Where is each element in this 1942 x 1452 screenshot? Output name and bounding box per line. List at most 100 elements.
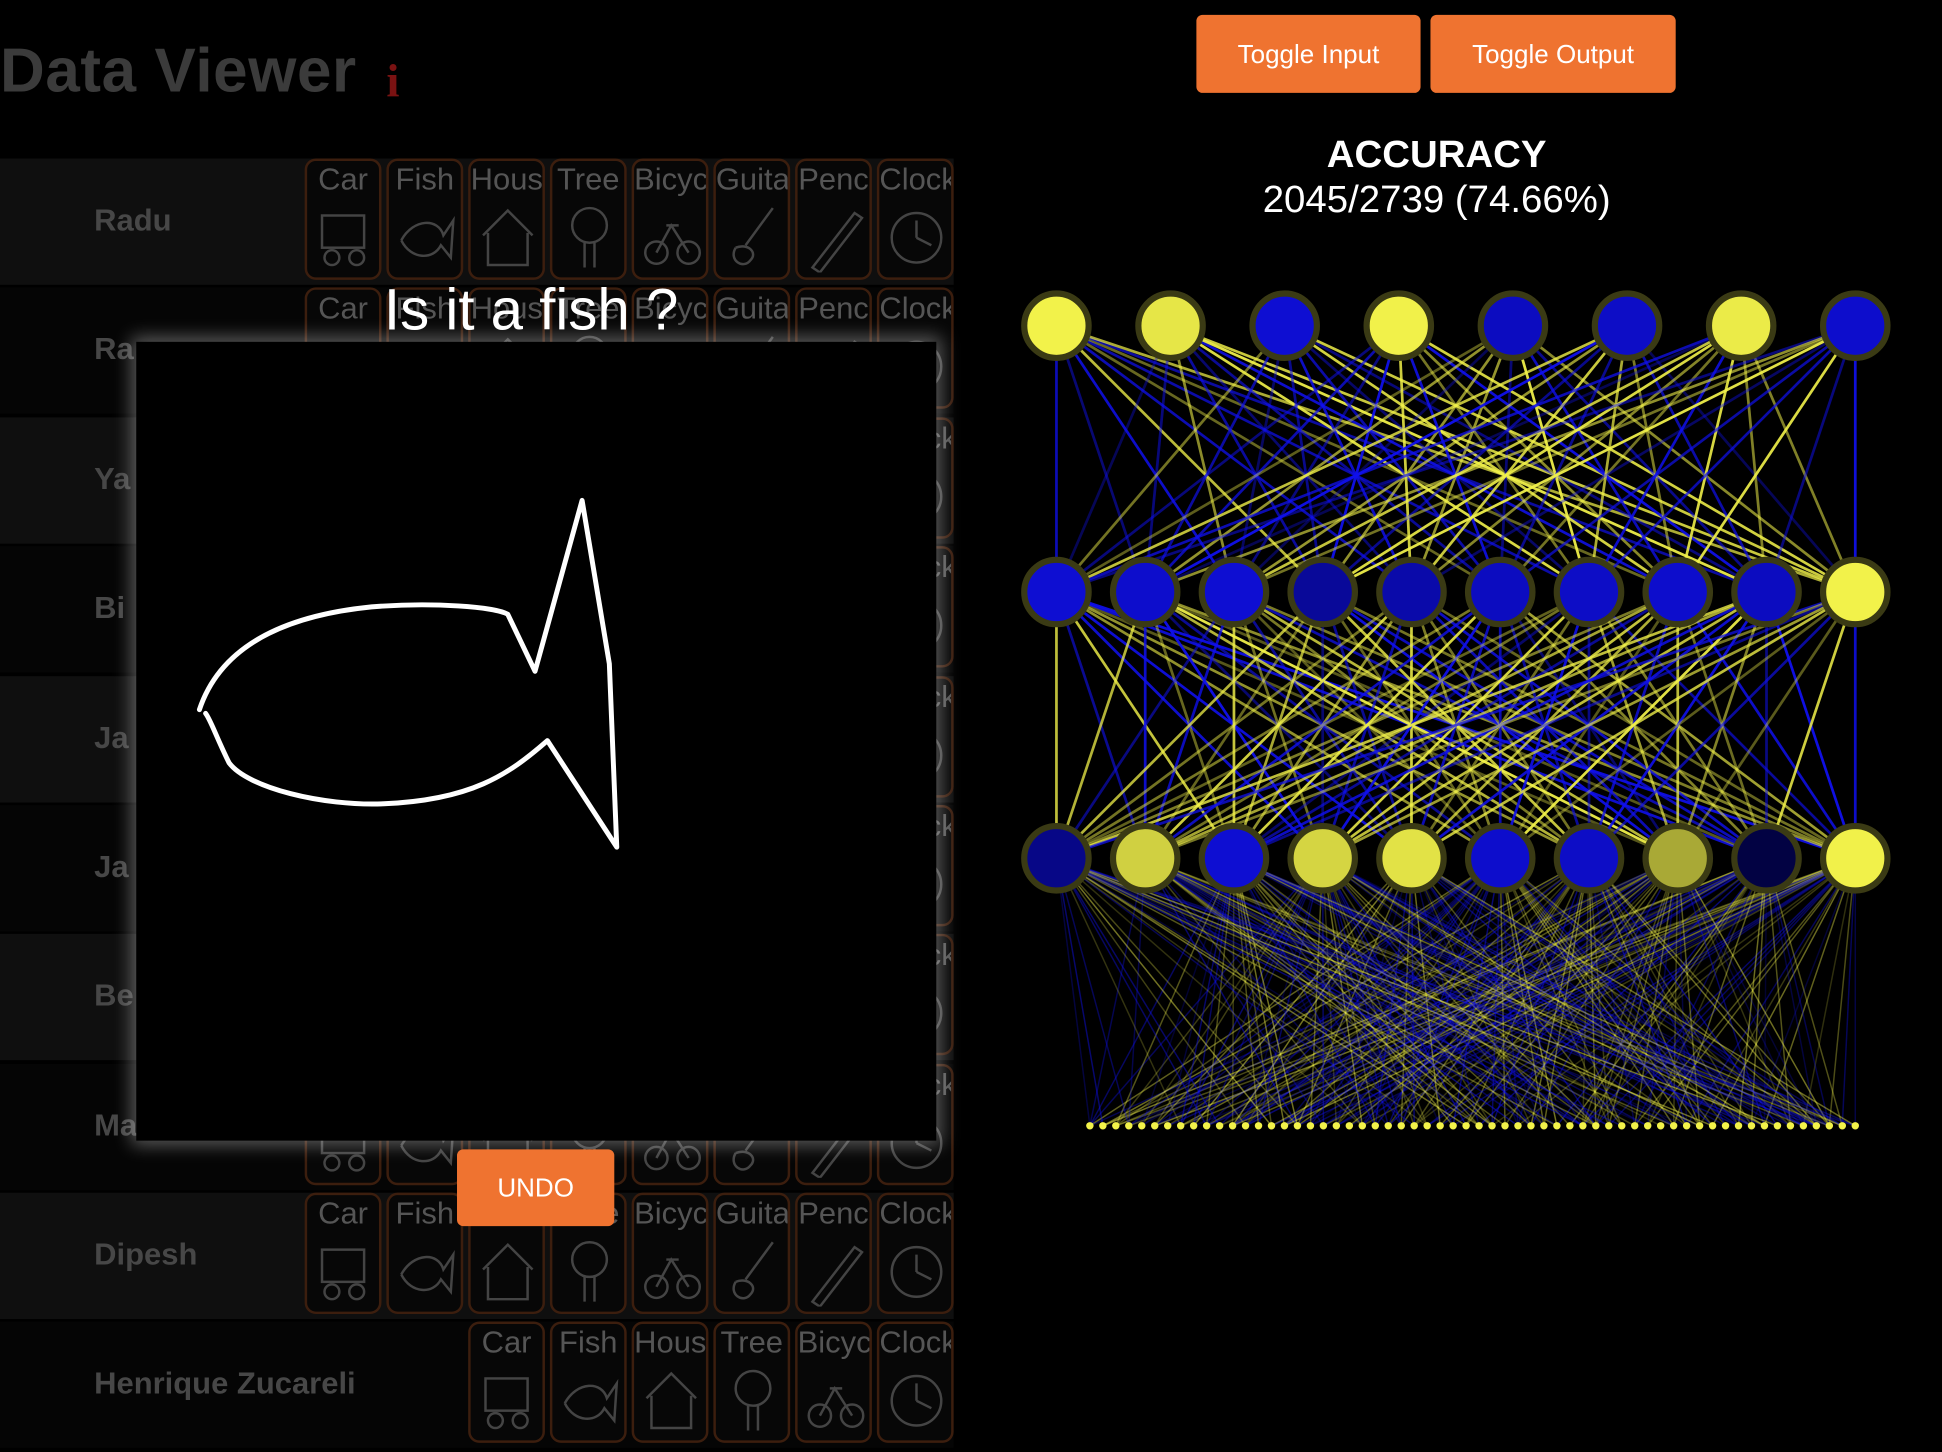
thumbnail-label: Clock bbox=[879, 291, 952, 326]
network-node[interactable] bbox=[1731, 556, 1802, 628]
thumbnail-label: Penc bbox=[798, 1196, 869, 1232]
drawing-thumbnail[interactable]: Clock bbox=[876, 1321, 954, 1443]
network-node[interactable] bbox=[1021, 556, 1092, 628]
network-node[interactable] bbox=[1249, 290, 1320, 362]
input-pixel-node bbox=[1618, 1122, 1626, 1130]
network-node[interactable] bbox=[1819, 556, 1891, 628]
user-name: Ja bbox=[94, 720, 129, 756]
input-pixel-node bbox=[1773, 1122, 1782, 1130]
input-connection bbox=[1841, 858, 1857, 1126]
drawing-thumbnail[interactable]: Clock bbox=[876, 158, 954, 280]
input-pixel-node bbox=[1151, 1122, 1159, 1130]
input-pixel-node bbox=[1786, 1122, 1795, 1130]
network-node[interactable] bbox=[1464, 822, 1536, 894]
input-pixel-node bbox=[1669, 1122, 1678, 1130]
input-pixel-node bbox=[1138, 1122, 1146, 1130]
network-node[interactable] bbox=[1553, 556, 1625, 628]
drawing-thumbnail[interactable]: Hous bbox=[631, 1321, 709, 1443]
drawing-thumbnail[interactable]: Fish bbox=[386, 1192, 464, 1315]
thumbnail-sketch bbox=[810, 1245, 864, 1307]
input-pixel-node bbox=[1293, 1122, 1302, 1130]
network-node[interactable] bbox=[1819, 290, 1891, 362]
user-name: Ra bbox=[94, 331, 134, 367]
drawing-thumbnail[interactable]: Car bbox=[468, 1321, 545, 1443]
input-pixel-node bbox=[1306, 1122, 1315, 1130]
drawing-thumbnail[interactable]: Guita bbox=[713, 158, 791, 280]
network-node[interactable] bbox=[1021, 822, 1092, 894]
network-node[interactable] bbox=[1591, 290, 1663, 362]
network-node[interactable] bbox=[1287, 556, 1359, 628]
user-name: Be bbox=[94, 978, 134, 1014]
weight-connection bbox=[1055, 325, 1172, 593]
drawing-thumbnail[interactable]: Penc bbox=[795, 158, 872, 280]
weight-connection bbox=[1055, 324, 1590, 594]
drawing-thumbnail[interactable]: Bicyc bbox=[631, 158, 709, 280]
network-node[interactable] bbox=[1477, 290, 1549, 362]
network-node[interactable] bbox=[1021, 290, 1092, 362]
drawing-thumbnail[interactable]: Car bbox=[304, 158, 382, 280]
input-pixel-node bbox=[1825, 1122, 1834, 1130]
input-pixel-node bbox=[1345, 1122, 1354, 1130]
input-pixel-node bbox=[1358, 1122, 1367, 1130]
network-node[interactable] bbox=[1287, 822, 1359, 894]
thumbnail-sketch bbox=[320, 214, 366, 267]
input-pixel-node bbox=[1812, 1122, 1821, 1130]
drawing-thumbnail[interactable]: Tree bbox=[549, 158, 627, 280]
thumbnail-sketch bbox=[734, 1369, 772, 1431]
thumbnail-label: Tree bbox=[557, 162, 620, 197]
drawing-thumbnail[interactable]: Bicyc bbox=[631, 1192, 709, 1315]
network-node[interactable] bbox=[1109, 556, 1181, 628]
drawing-thumbnails: CarFishHousTreeBicycGuitaPencClock bbox=[304, 1192, 954, 1322]
input-pixel-node bbox=[1189, 1122, 1198, 1130]
fish-drawing bbox=[196, 497, 620, 850]
toggle-input-button[interactable]: Toggle Input bbox=[1196, 14, 1421, 93]
thumbnail-sketch bbox=[732, 1241, 774, 1300]
network-node[interactable] bbox=[1553, 822, 1625, 894]
input-pixel-node bbox=[1721, 1122, 1730, 1130]
network-node[interactable] bbox=[1198, 822, 1270, 894]
input-pixel-node bbox=[1241, 1122, 1250, 1130]
network-node[interactable] bbox=[1198, 556, 1270, 628]
network-node[interactable] bbox=[1376, 556, 1447, 628]
drawing-thumbnail[interactable]: Bicyc bbox=[795, 1321, 872, 1443]
network-node[interactable] bbox=[1819, 822, 1891, 894]
drawing-thumbnail[interactable]: Tree bbox=[713, 1321, 791, 1443]
network-node[interactable] bbox=[1135, 290, 1206, 362]
undo-button[interactable]: UNDO bbox=[457, 1149, 615, 1227]
drawing-canvas[interactable] bbox=[136, 341, 937, 1141]
thumbnail-label: Car bbox=[318, 162, 369, 197]
drawing-thumbnail[interactable]: Fish bbox=[386, 158, 464, 280]
thumbnail-label: Car bbox=[481, 1325, 532, 1360]
drawing-thumbnail[interactable]: Car bbox=[304, 1192, 382, 1315]
drawing-thumbnail[interactable]: Clock bbox=[876, 1192, 954, 1315]
weight-connection bbox=[1765, 325, 1857, 593]
toggle-output-button[interactable]: Toggle Output bbox=[1430, 14, 1676, 93]
network-node[interactable] bbox=[1464, 556, 1536, 628]
network-node[interactable] bbox=[1642, 822, 1714, 894]
network-node[interactable] bbox=[1731, 822, 1802, 894]
network-node[interactable] bbox=[1376, 822, 1447, 894]
input-pixel-node bbox=[1514, 1122, 1522, 1130]
user-name: Radu bbox=[94, 203, 172, 238]
thumbnail-label: Bicyc bbox=[634, 162, 706, 197]
drawing-thumbnails: Car Fish Hous Tree Bicyc Clock bbox=[468, 1321, 954, 1450]
network-node[interactable] bbox=[1642, 556, 1714, 628]
input-pixel-node bbox=[1799, 1122, 1808, 1130]
network-node[interactable] bbox=[1109, 822, 1181, 894]
thumbnail-sketch bbox=[807, 1385, 865, 1428]
thumbnail-label: Fish bbox=[395, 1196, 455, 1232]
app-root: Data Viewer i Radu Car Fish Hous Tree Bicyc Gu… bbox=[0, 0, 1942, 1452]
neural-network-diagram bbox=[1021, 290, 1891, 1130]
drawing-thumbnail[interactable]: Fish bbox=[549, 1321, 627, 1443]
network-node[interactable] bbox=[1705, 290, 1777, 362]
info-icon[interactable]: i bbox=[386, 54, 399, 108]
thumbnail-label: Clock bbox=[879, 1196, 952, 1232]
thumbnail-sketch bbox=[810, 211, 864, 273]
thumbnail-sketch bbox=[645, 1371, 697, 1430]
drawing-thumbnail[interactable]: Hous bbox=[468, 158, 545, 280]
drawing-thumbnail[interactable]: Penc bbox=[795, 1192, 872, 1315]
drawing-thumbnails: Car FishHous Tree BicycGuitaPencClock bbox=[304, 158, 954, 288]
network-node[interactable] bbox=[1363, 290, 1435, 362]
drawing-thumbnail[interactable]: Guita bbox=[713, 1192, 791, 1315]
input-pixel-node bbox=[1125, 1122, 1133, 1130]
